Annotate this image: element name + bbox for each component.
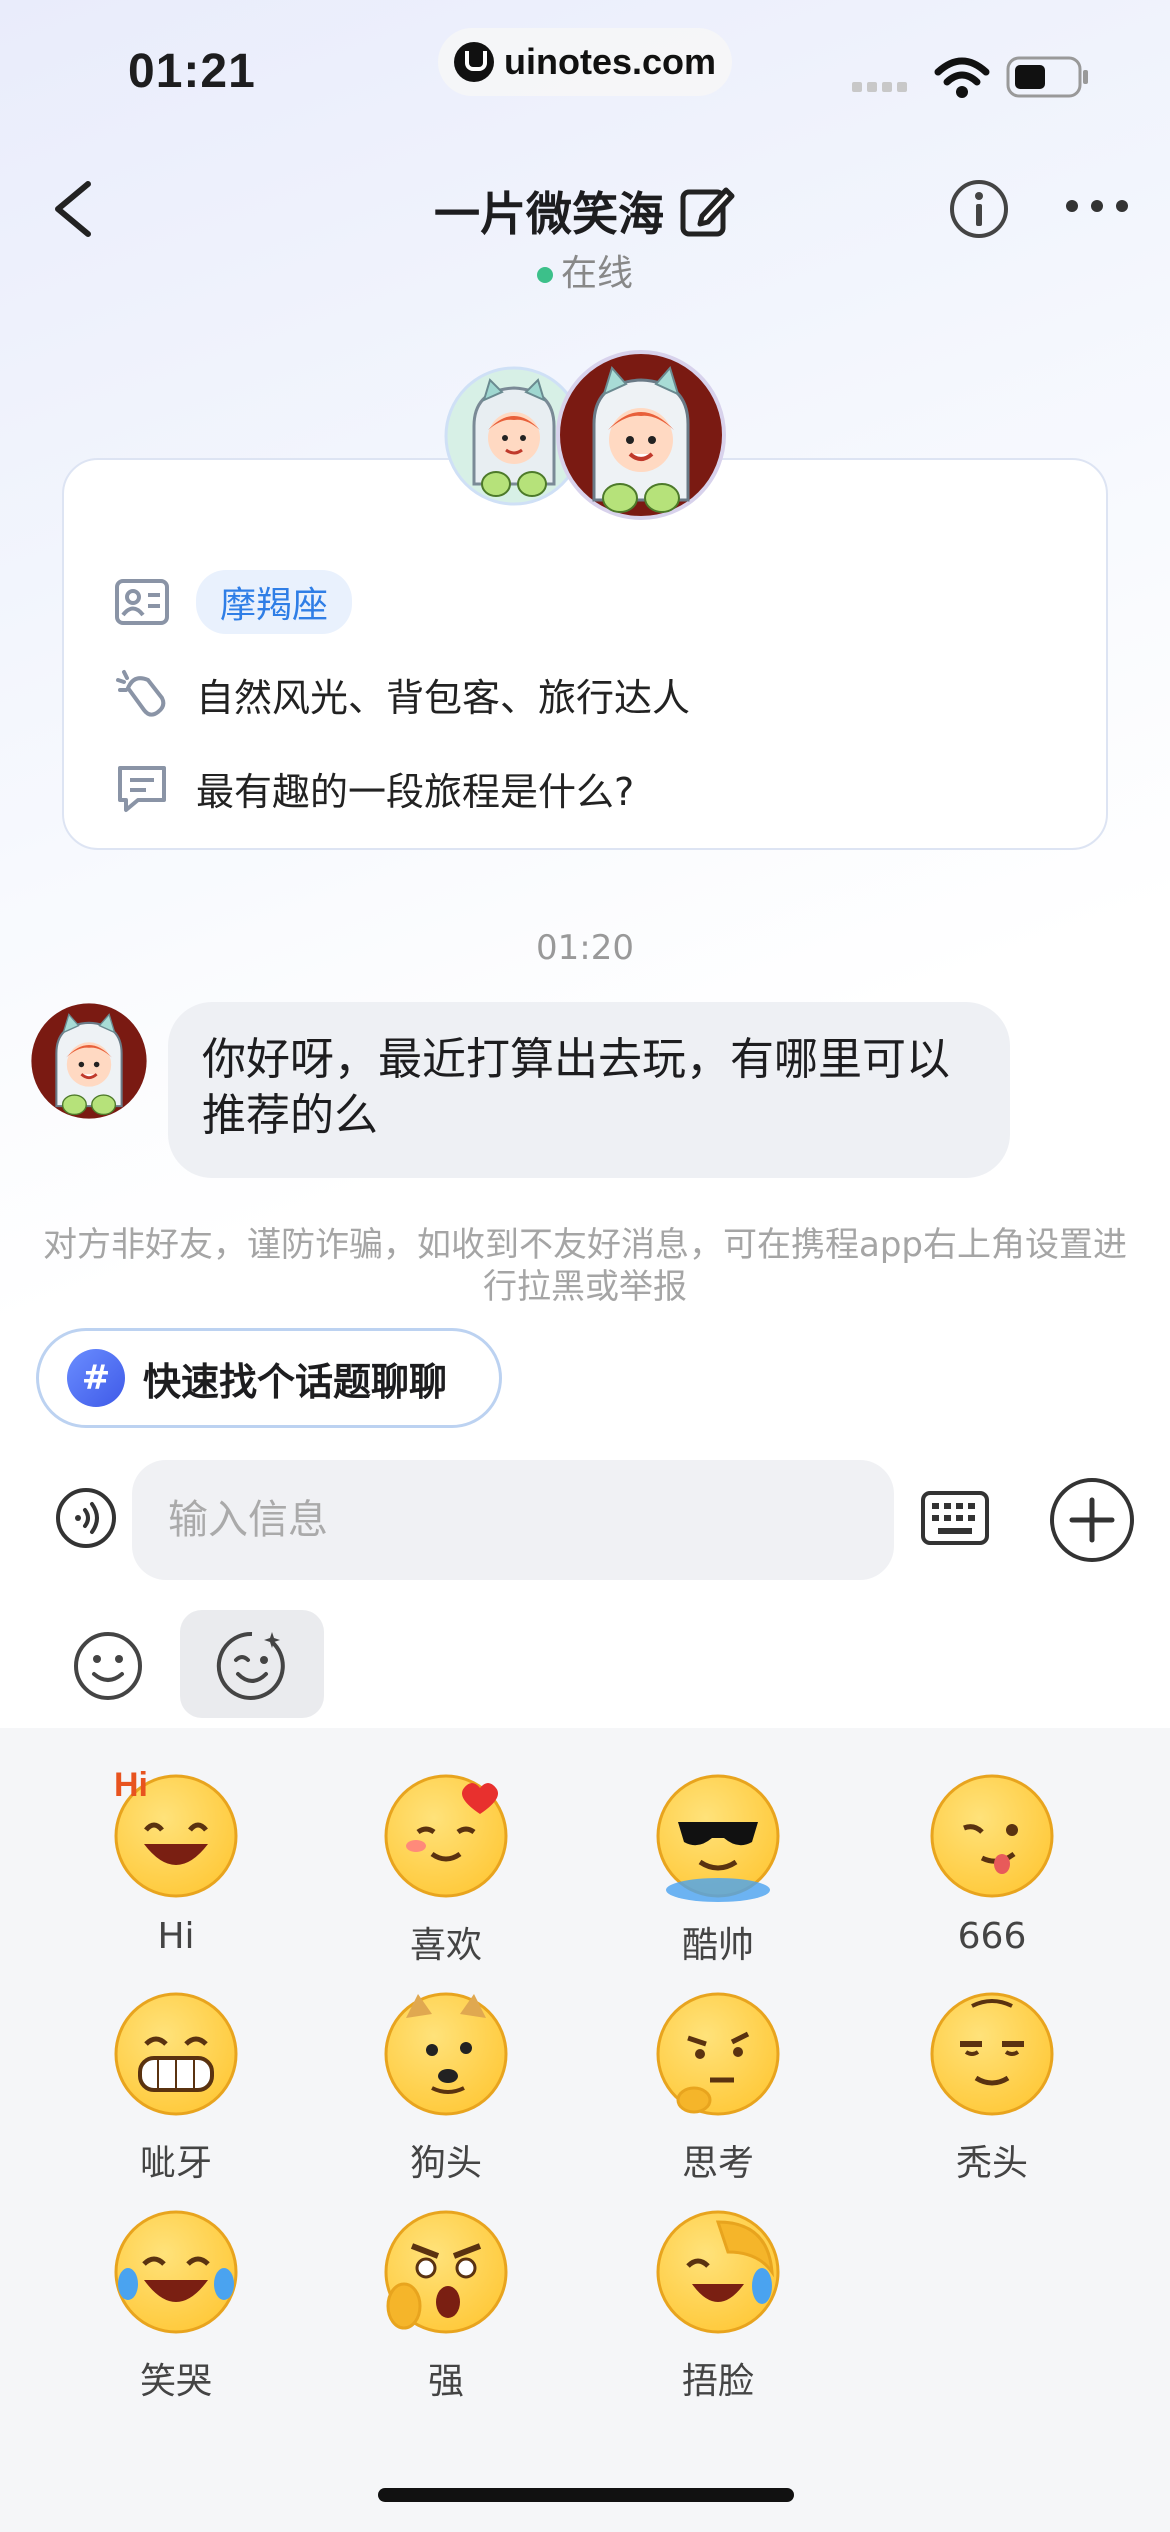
sticker-item[interactable]: 秃头 (882, 1984, 1102, 2186)
facepalm-emoji-icon (648, 2202, 788, 2342)
home-indicator[interactable] (378, 2488, 794, 2502)
message-bubble[interactable]: 你好呀，最近打算出去玩，有哪里可以推荐的么 (168, 1002, 1010, 1178)
contact-avatar[interactable] (556, 350, 726, 520)
sticker-label: 喜欢 (409, 1925, 482, 1966)
666-emoji-icon (922, 1766, 1062, 1906)
interests-text: 自然风光、背包客、旅行达人 (196, 675, 691, 720)
message-input[interactable] (132, 1460, 894, 1580)
svg-text:Hi: Hi (114, 1766, 148, 1804)
watermark-text: uinotes.com (503, 41, 717, 82)
info-icon[interactable] (948, 178, 1010, 240)
sticker-label: 笑哭 (139, 2361, 212, 2402)
wifi-icon (934, 57, 990, 98)
battery-icon (1006, 56, 1088, 98)
voice-icon[interactable] (54, 1486, 118, 1550)
tag-icon (116, 670, 166, 717)
sticker-item[interactable]: 呲牙 (66, 1984, 286, 2186)
online-status: 在线 (0, 244, 1170, 296)
love-emoji-icon (376, 1766, 516, 1906)
id-card-icon (115, 579, 169, 625)
safety-warning: 对方非好友，谨防诈骗，如收到不友好消息，可在携程app右上角设置进行拉黑或举报 (43, 1225, 1127, 1307)
sticker-panel: Hi Hi 喜欢 酷帅 666 呲牙 狗头 思考 秃头 笑哭 强 捂脸 (0, 1728, 1170, 2532)
sender-avatar[interactable] (30, 1002, 148, 1120)
doge-emoji-icon (376, 1984, 516, 2124)
add-icon[interactable] (1048, 1476, 1136, 1564)
sticker-label: 强 (427, 2361, 464, 2402)
sticker-item[interactable]: 笑哭 (66, 2202, 286, 2404)
keyboard-icon[interactable] (920, 1490, 990, 1546)
online-dot-icon (536, 267, 553, 283)
sticker-item[interactable]: 酷帅 (608, 1766, 828, 1968)
message-timestamp: 01:20 (536, 928, 634, 968)
emoji-tab-icon[interactable] (72, 1630, 144, 1702)
sticker-label: 思考 (681, 2143, 754, 2184)
comment-icon (118, 766, 166, 812)
quick-topic-button[interactable]: # 快速找个话题聊聊 (36, 1328, 502, 1428)
contact-name: 一片微笑海 (434, 187, 664, 241)
sticker-item[interactable]: 捂脸 (608, 2202, 828, 2404)
grin-emoji-icon (106, 1984, 246, 2124)
zodiac-tag: 摩羯座 (196, 570, 353, 634)
cool-emoji-icon (648, 1766, 788, 1906)
bald-emoji-icon (922, 1984, 1062, 2124)
strong-emoji-icon (376, 2202, 516, 2342)
sticker-label: 狗头 (409, 2143, 482, 2184)
sticker-item[interactable]: 喜欢 (336, 1766, 556, 1968)
sticker-label: 秃头 (955, 2143, 1028, 2184)
sticker-tab-icon (216, 1631, 285, 1700)
sticker-item[interactable]: 强 (336, 2202, 556, 2404)
sticker-tab[interactable] (180, 1610, 324, 1718)
sticker-label: 酷帅 (681, 1925, 754, 1966)
signal-icon (852, 82, 907, 92)
more-icon[interactable] (1064, 196, 1130, 216)
tears-of-joy-emoji-icon (106, 2202, 246, 2342)
question-text: 最有趣的一段旅程是什么? (196, 769, 635, 814)
question-row[interactable]: 最有趣的一段旅程是什么? (114, 760, 634, 816)
think-emoji-icon (648, 1984, 788, 2124)
sticker-label: Hi (157, 1916, 195, 1957)
sticker-item[interactable]: 狗头 (336, 1984, 556, 2186)
status-time: 01:21 (128, 45, 256, 98)
sticker-item[interactable]: Hi Hi (66, 1766, 286, 1957)
zodiac-row: 摩羯座 (114, 570, 353, 634)
sticker-item[interactable]: 666 (882, 1766, 1102, 1957)
interests-row: 自然风光、背包客、旅行达人 (114, 666, 690, 722)
sticker-label: 呲牙 (139, 2143, 212, 2184)
online-text: 在线 (560, 253, 633, 294)
quick-topic-label: 快速找个话题聊聊 (143, 1359, 448, 1404)
watermark-logo-icon (453, 42, 494, 82)
edit-icon[interactable] (678, 182, 736, 240)
sticker-label: 捂脸 (681, 2361, 754, 2402)
hi-emoji-icon: Hi (106, 1766, 246, 1906)
watermark-badge: uinotes.com (438, 28, 732, 96)
hashtag-icon: # (67, 1349, 125, 1407)
sticker-label: 666 (957, 1916, 1027, 1957)
sticker-item[interactable]: 思考 (608, 1984, 828, 2186)
